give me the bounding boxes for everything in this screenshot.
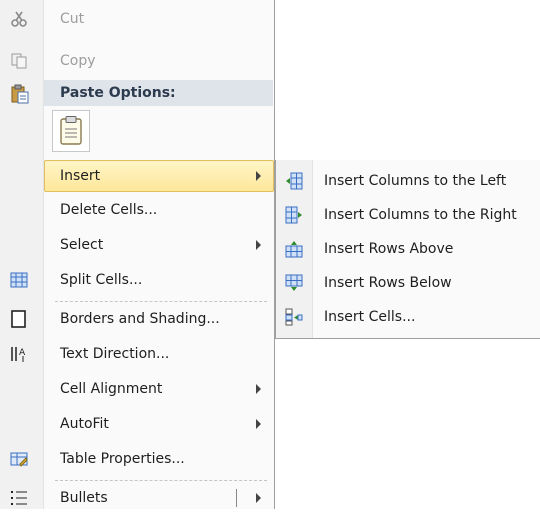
paste-icon [10,84,30,104]
bullets-icon [10,489,28,507]
menu-item-label: Text Direction... [60,346,169,362]
menu-item-cell-alignment[interactable]: Cell Alignment [0,374,273,404]
submenu-arrow-icon [256,171,261,181]
insert-columns-left-icon [285,172,303,190]
submenu-item-label: Insert Columns to the Right [324,207,517,223]
menu-separator [55,480,267,481]
submenu-item-label: Insert Rows Below [324,275,452,291]
table-properties-icon [10,450,28,468]
clipboard-icon [59,116,83,146]
split-cells-icon [10,271,28,289]
submenu-arrow-icon [256,240,261,250]
menu-item-label: Delete Cells... [60,202,157,218]
menu-item-insert[interactable]: Insert [44,160,274,192]
submenu-item-insert-columns-left[interactable]: Insert Columns to the Left [276,164,540,198]
insert-cells-icon [285,308,303,326]
paste-options-label: Paste Options: [60,85,176,101]
copy-icon [10,52,28,70]
insert-rows-above-icon [285,240,303,258]
menu-item-borders-shading[interactable]: Borders and Shading... [0,304,273,334]
submenu-item-label: Insert Rows Above [324,241,453,257]
submenu-item-label: Insert Cells... [324,309,415,325]
menu-item-label: Cell Alignment [60,381,162,397]
menu-item-label: Table Properties... [60,451,185,467]
insert-submenu: Insert Columns to the Left Insert Column… [275,160,540,339]
menu-item-label: Select [60,237,103,253]
context-menu: Cut Copy Paste Options: Insert De [0,0,275,509]
submenu-item-insert-cells[interactable]: Insert Cells... [276,300,540,334]
split-button-divider [236,489,237,507]
paste-options-header: Paste Options: [44,80,273,106]
keep-text-only-paste-button[interactable] [52,110,90,152]
menu-item-label: Bullets [60,490,108,506]
menu-item-cut[interactable]: Cut [0,4,273,34]
insert-rows-below-icon [285,274,303,292]
menu-item-label: Cut [60,11,84,27]
menu-item-delete-cells[interactable]: Delete Cells... [0,195,273,225]
submenu-arrow-icon [256,384,261,394]
menu-item-table-properties[interactable]: Table Properties... [0,444,273,474]
submenu-item-insert-columns-right[interactable]: Insert Columns to the Right [276,198,540,232]
borders-icon [10,310,28,328]
submenu-item-label: Insert Columns to the Left [324,173,506,189]
submenu-arrow-icon[interactable] [256,493,261,503]
menu-item-label: AutoFit [60,416,109,432]
menu-item-label: Insert [60,168,100,184]
menu-item-copy[interactable]: Copy [0,46,273,76]
menu-item-split-cells[interactable]: Split Cells... [0,265,273,295]
menu-item-label: Split Cells... [60,272,142,288]
submenu-arrow-icon [256,419,261,429]
menu-item-label: Borders and Shading... [60,311,220,327]
submenu-item-insert-rows-above[interactable]: Insert Rows Above [276,232,540,266]
menu-item-autofit[interactable]: AutoFit [0,409,273,439]
insert-columns-right-icon [285,206,303,224]
menu-separator [55,301,267,302]
submenu-item-insert-rows-below[interactable]: Insert Rows Below [276,266,540,300]
menu-item-text-direction[interactable]: A Text Direction... [0,339,273,369]
text-direction-icon: A [10,345,28,363]
menu-item-label: Copy [60,53,96,69]
scissors-icon [10,10,28,28]
menu-item-select[interactable]: Select [0,230,273,260]
